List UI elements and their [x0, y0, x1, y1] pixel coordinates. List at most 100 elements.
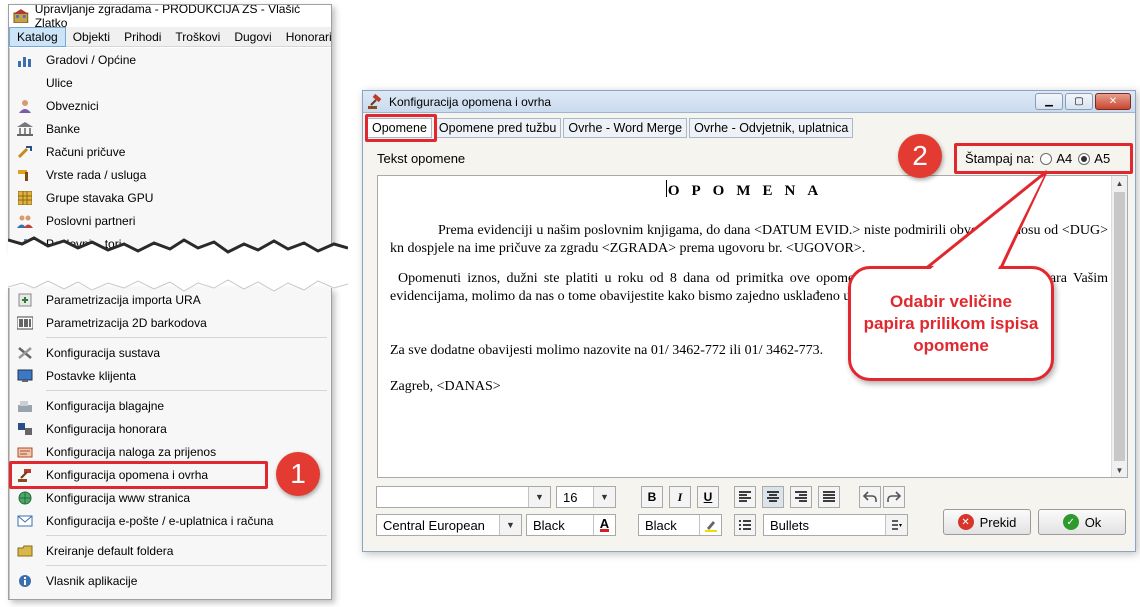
font-color-icon[interactable]: A: [593, 515, 615, 535]
charset-select[interactable]: Central European ▼: [376, 514, 522, 536]
menu-item[interactable]: Konfiguracija sustava: [10, 341, 331, 364]
wrench-icon: [16, 345, 34, 361]
menu-item[interactable]: Vlasnik aplikacije: [10, 569, 331, 592]
underline-button[interactable]: U: [697, 486, 719, 508]
person-icon: [16, 98, 34, 114]
highlighter-icon[interactable]: [699, 515, 721, 535]
tab-ovrhe-word-merge[interactable]: Ovrhe - Word Merge: [563, 118, 688, 138]
tekst-opomene-label: Tekst opomene: [377, 151, 466, 166]
list-icon: [739, 520, 751, 530]
menubar-item[interactable]: Honorari: [279, 28, 331, 46]
menu-item[interactable]: Konfiguracija e-pošte / e-uplatnica i ra…: [10, 509, 331, 532]
empty-icon: [16, 75, 34, 91]
document-title: OPOMENA: [667, 183, 831, 199]
tab-ovrhe-odvjetnik[interactable]: Ovrhe - Odvjetnik, uplatnica: [689, 118, 854, 138]
tools-icon: [16, 144, 34, 160]
menu-item[interactable]: Obveznici: [10, 94, 331, 117]
align-center-button[interactable]: [762, 486, 784, 508]
align-left-button[interactable]: [734, 486, 756, 508]
mail-icon: [16, 513, 34, 529]
bullet-list-button[interactable]: [734, 514, 756, 536]
menu-item[interactable]: Vrste rada / usluga: [10, 163, 331, 186]
menu-item[interactable]: Grupe stavaka GPU: [10, 186, 331, 209]
menu-item[interactable]: Banke: [10, 117, 331, 140]
menu-item[interactable]: Gradovi / Općine: [10, 48, 331, 71]
check-icon: ✓: [1062, 514, 1079, 530]
menu-item-label: Konfiguracija www stranica: [46, 490, 191, 505]
cancel-button[interactable]: ✕ Prekid: [943, 509, 1031, 535]
italic-button[interactable]: I: [669, 486, 691, 508]
redo-icon: [887, 491, 902, 502]
minimize-button[interactable]: ▁: [1035, 93, 1063, 110]
monitor-icon: [16, 368, 34, 384]
cancel-icon: ✕: [957, 514, 974, 530]
menu-item-highlight: [9, 461, 268, 489]
scroll-down-icon[interactable]: ▼: [1112, 463, 1127, 477]
bold-button[interactable]: B: [641, 486, 663, 508]
info-icon: [16, 573, 34, 589]
align-right-button[interactable]: [790, 486, 812, 508]
step-badge-2: 2: [898, 134, 942, 178]
menu-item[interactable]: Ulice: [10, 71, 331, 94]
menu-separator: [46, 565, 327, 566]
callout-text: Odabir veličine papira prilikom ispisa o…: [863, 291, 1039, 355]
scroll-up-icon[interactable]: ▲: [1112, 176, 1127, 190]
menu-item-label: Grupe stavaka GPU: [46, 190, 154, 205]
close-button[interactable]: ✕: [1095, 93, 1131, 110]
hammer-icon: [16, 167, 34, 183]
document-paragraph-1: Prema evidenciji u našim poslovnim knjig…: [390, 223, 1108, 256]
scroll-thumb[interactable]: [1114, 192, 1125, 461]
list-style-value: Bullets: [770, 517, 810, 533]
menu-item-label: Konfiguracija sustava: [46, 345, 161, 360]
paper-size-highlight: [954, 143, 1133, 174]
menu-item-label: Vrste rada / usluga: [46, 167, 147, 182]
menu-item-label: Vlasnik aplikacije: [46, 573, 138, 588]
callout-note: Odabir veličine papira prilikom ispisa o…: [848, 266, 1054, 381]
menu-item[interactable]: Konfiguracija blagajne: [10, 394, 331, 417]
chevron-down-icon[interactable]: ▼: [499, 515, 521, 535]
menu-item[interactable]: Parametrizacija 2D barkodova: [10, 311, 331, 334]
justify-button[interactable]: [818, 486, 840, 508]
menu-item-label: Konfiguracija naloga za prijenos: [46, 444, 217, 459]
menubar-item[interactable]: Objekti: [66, 28, 117, 46]
justify-icon: [823, 491, 835, 502]
font-name-select[interactable]: ▼: [376, 486, 551, 508]
undo-button[interactable]: [859, 486, 881, 508]
menu-item[interactable]: Konfiguracija honorara: [10, 417, 331, 440]
menu-item[interactable]: Kreiranje default foldera: [10, 539, 331, 562]
city-chart-icon: [16, 52, 34, 68]
menubar-item[interactable]: Katalog: [9, 26, 66, 47]
highlight-color-select[interactable]: Black: [638, 514, 722, 536]
font-color-select[interactable]: Black A: [526, 514, 616, 536]
charset-value: Central European: [383, 517, 485, 533]
ok-button[interactable]: ✓ Ok: [1038, 509, 1126, 535]
maximize-button[interactable]: ▢: [1065, 93, 1093, 110]
dialog-tabs: Opomene Opomene pred tužbu Ovrhe - Word …: [367, 118, 854, 138]
align-left-icon: [739, 491, 751, 502]
menu-item-label: Gradovi / Općine: [46, 52, 137, 67]
globe-icon: [16, 490, 34, 506]
gavel-icon: [368, 93, 382, 109]
menubar-item[interactable]: Troškovi: [168, 28, 227, 46]
window-controls: ▁ ▢ ✕: [1035, 93, 1131, 110]
main-window-bottom: Parametrizacija importa URA Parametrizaci…: [8, 288, 332, 600]
menu-item[interactable]: Postavke klijenta: [10, 364, 331, 387]
tab-opomene-pred-tuzbu[interactable]: Opomene pred tužbu: [433, 118, 562, 138]
torn-edge-top: [8, 236, 348, 266]
menu-item-label: Konfiguracija e-pošte / e-uplatnica i ra…: [46, 513, 274, 528]
menubar-item[interactable]: Prihodi: [117, 28, 168, 46]
menu-item-label: Ulice: [46, 75, 73, 90]
list-style-select[interactable]: Bullets: [763, 514, 908, 536]
editor-scrollbar[interactable]: ▲ ▼: [1111, 176, 1127, 477]
chevron-down-icon[interactable]: ▼: [593, 487, 615, 507]
chevron-down-icon[interactable]: ▼: [528, 487, 550, 507]
redo-button[interactable]: [883, 486, 905, 508]
menu-item-label: Obveznici: [46, 98, 99, 113]
list-style-dropdown-icon[interactable]: [885, 515, 907, 535]
menu-item-label: Kreiranje default foldera: [46, 543, 174, 558]
menubar-item[interactable]: Dugovi: [227, 28, 278, 46]
dialog-titlebar: Konfiguracija opomena i ovrha ▁ ▢ ✕: [363, 91, 1135, 113]
font-size-select[interactable]: 16 ▼: [556, 486, 616, 508]
main-window-title: Upravljanje zgradama - PRODUKCIJA ZS - V…: [34, 4, 301, 30]
menu-item[interactable]: Računi pričuve: [10, 140, 331, 163]
